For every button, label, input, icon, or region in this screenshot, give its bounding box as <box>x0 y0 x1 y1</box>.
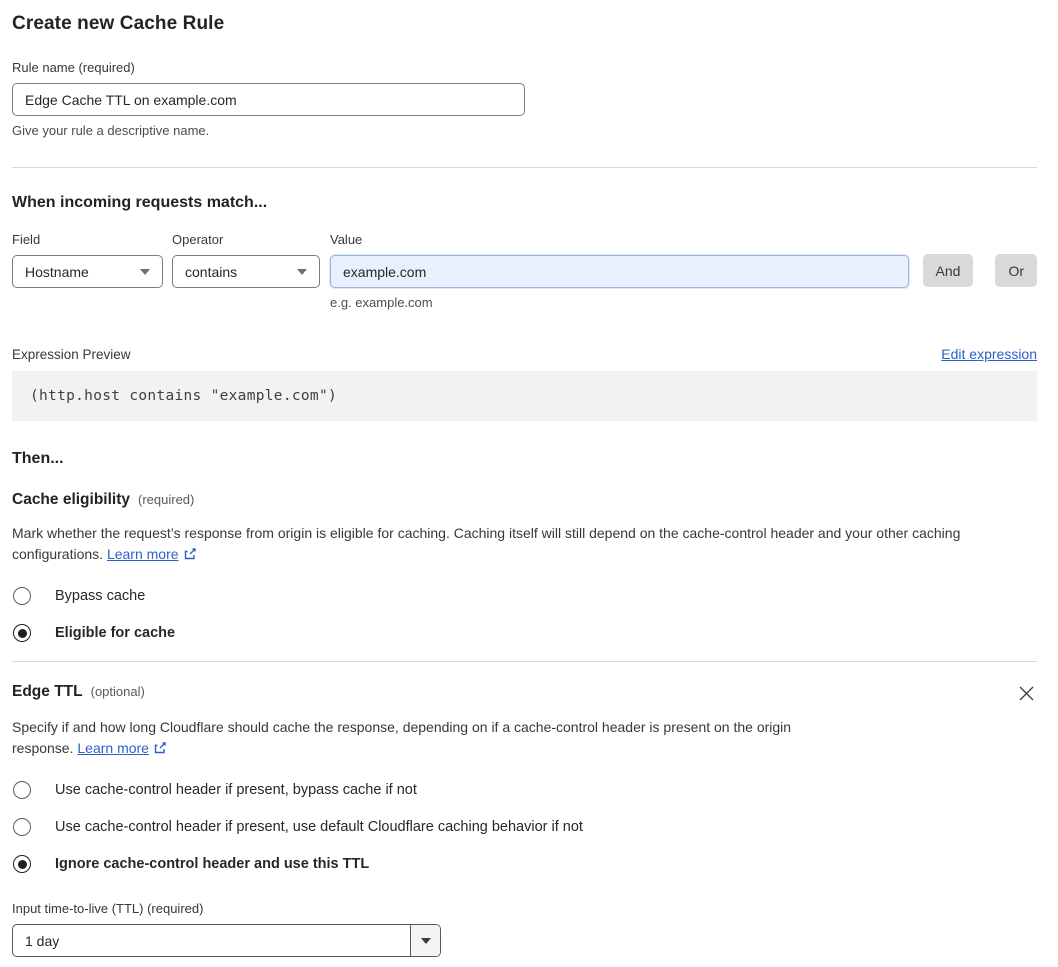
radio-label: Eligible for cache <box>55 625 176 641</box>
edit-expression-link[interactable]: Edit expression <box>941 346 1037 362</box>
rule-name-label: Rule name (required) <box>12 60 135 75</box>
expression-code: (http.host contains "example.com") <box>12 371 1037 421</box>
edge-ttl-description: Specify if and how long Cloudflare shoul… <box>12 717 848 759</box>
radio-icon <box>13 781 31 799</box>
close-icon[interactable] <box>1016 683 1037 704</box>
edge-ttl-heading: Edge TTL <box>12 683 83 700</box>
match-condition-row: Field Hostname Operator contains Value A… <box>12 232 1037 288</box>
rule-name-helper: Give your rule a descriptive name. <box>12 123 210 138</box>
value-helper: e.g. example.com <box>330 295 433 310</box>
rule-name-input[interactable] <box>12 83 525 116</box>
cache-eligibility-options: Bypass cache Eligible for cache <box>12 587 1037 642</box>
cache-rule-form: Create new Cache Rule Rule name (require… <box>0 0 1058 967</box>
edge-ttl-options: Use cache-control header if present, byp… <box>12 781 1037 873</box>
match-section-heading: When incoming requests match... <box>12 194 268 211</box>
radio-label: Bypass cache <box>55 588 146 604</box>
edge-ttl-learn-more-link[interactable]: Learn more <box>77 740 149 756</box>
field-select[interactable]: Hostname <box>12 255 163 288</box>
ttl-combobox-value: 1 day <box>25 932 60 949</box>
cache-eligibility-heading: Cache eligibility <box>12 491 131 508</box>
then-heading: Then... <box>12 450 64 467</box>
radio-label: Ignore cache-control header and use this… <box>55 856 370 872</box>
field-select-value: Hostname <box>25 263 89 280</box>
radio-icon <box>13 587 31 605</box>
chevron-down-icon <box>297 268 307 275</box>
or-button[interactable]: Or <box>995 254 1037 287</box>
radio-icon <box>13 818 31 836</box>
radio-label: Use cache-control header if present, use… <box>55 819 583 835</box>
page-title: Create new Cache Rule <box>12 13 225 34</box>
field-label: Field <box>12 232 41 247</box>
and-button[interactable]: And <box>922 254 974 287</box>
cache-eligibility-description: Mark whether the request’s response from… <box>12 523 1022 565</box>
external-link-icon <box>184 548 196 560</box>
cache-eligibility-learn-more-link[interactable]: Learn more <box>107 546 179 562</box>
value-input[interactable] <box>330 255 909 288</box>
radio-icon <box>13 624 31 642</box>
radio-option-use-header-default[interactable]: Use cache-control header if present, use… <box>12 818 1037 836</box>
operator-select-value: contains <box>185 263 238 280</box>
ttl-label: Input time-to-live (TTL) (required) <box>12 901 204 916</box>
expression-preview-header: Expression Preview Edit expression <box>12 346 1037 362</box>
radio-option-ignore-header-use-ttl[interactable]: Ignore cache-control header and use this… <box>12 855 1037 873</box>
optional-badge: (optional) <box>90 684 145 699</box>
ttl-dropdown-button[interactable] <box>410 925 440 956</box>
chevron-down-icon <box>140 268 150 275</box>
chevron-down-icon <box>420 937 431 944</box>
radio-option-eligible-for-cache[interactable]: Eligible for cache <box>12 624 1037 642</box>
ttl-input-block: Input time-to-live (TTL) (required) 1 da… <box>12 901 1037 957</box>
radio-option-bypass-cache[interactable]: Bypass cache <box>12 587 1037 605</box>
ttl-combobox[interactable]: 1 day <box>12 924 441 957</box>
external-link-icon <box>154 742 166 754</box>
edge-ttl-heading-row: Edge TTL (optional) <box>12 683 1037 704</box>
radio-option-use-header-bypass[interactable]: Use cache-control header if present, byp… <box>12 781 1037 799</box>
radio-icon <box>13 855 31 873</box>
divider <box>12 167 1037 168</box>
divider <box>12 661 1037 662</box>
operator-label: Operator <box>172 232 224 247</box>
value-label: Value <box>330 232 363 247</box>
cache-eligibility-heading-row: Cache eligibility (required) <box>12 491 1037 509</box>
expression-preview-label: Expression Preview <box>12 347 131 362</box>
radio-label: Use cache-control header if present, byp… <box>55 782 417 798</box>
operator-select[interactable]: contains <box>172 255 320 288</box>
required-badge: (required) <box>138 492 195 507</box>
